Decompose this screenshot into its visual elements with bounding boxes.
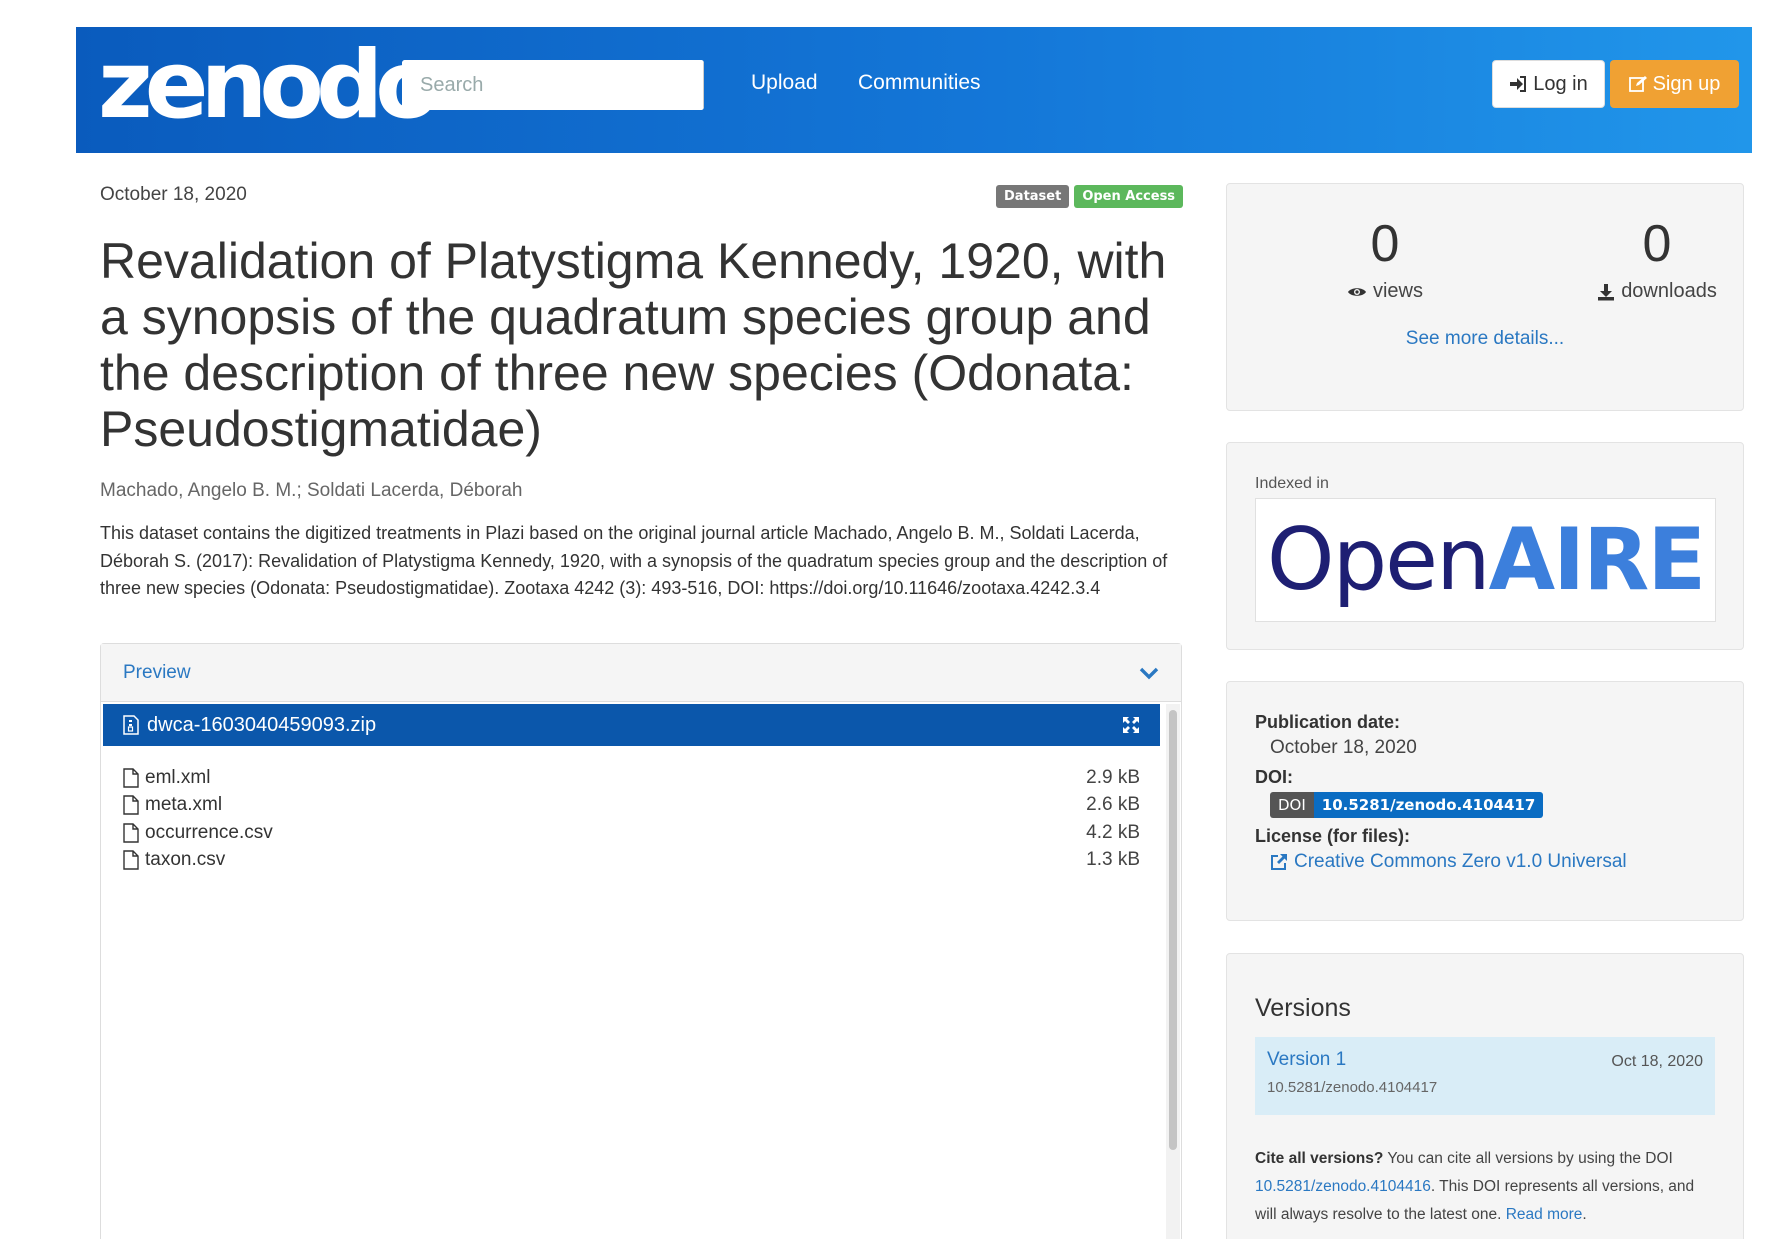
- doi-badge-value: 10.5281/zenodo.4104417: [1313, 792, 1544, 818]
- views-label: views: [1372, 280, 1423, 302]
- version-doi: 10.5281/zenodo.4104417: [1267, 1079, 1438, 1096]
- version-row[interactable]: Version 1 Oct 18, 2020 10.5281/zenodo.41…: [1255, 1037, 1715, 1115]
- file-row: eml.xml 2.9 kB: [123, 764, 1140, 792]
- file-icon: [123, 850, 139, 870]
- views-stat: 0 views: [1285, 214, 1485, 303]
- preview-panel: Preview dwca-1603040459093.zip eml.xml 2…: [100, 643, 1182, 1239]
- license-name: Creative Commons Zero v1.0 Universal: [1294, 851, 1627, 872]
- archive-bar: dwca-1603040459093.zip: [103, 704, 1160, 746]
- file-archive-icon: [123, 715, 139, 735]
- doi-badge[interactable]: DOI 10.5281/zenodo.4104417: [1270, 792, 1544, 818]
- preview-title: Preview: [123, 661, 191, 683]
- file-name: meta.xml: [145, 794, 223, 816]
- indexed-in-label: Indexed in: [1255, 475, 1329, 492]
- concept-doi-link[interactable]: 10.5281/zenodo.4104416: [1255, 1178, 1431, 1195]
- top-navbar: zenodo Upload Communities Log in Sign up: [76, 27, 1752, 153]
- file-row: meta.xml 2.6 kB: [123, 792, 1140, 820]
- license-link[interactable]: Creative Commons Zero v1.0 Universal: [1270, 851, 1627, 873]
- preview-header[interactable]: Preview: [101, 644, 1181, 702]
- file-row: occurrence.csv 4.2 kB: [123, 819, 1140, 847]
- versions-heading: Versions: [1255, 994, 1351, 1022]
- file-icon: [123, 823, 139, 843]
- sign-in-icon: [1510, 76, 1527, 92]
- read-more-link[interactable]: Read more: [1506, 1206, 1583, 1223]
- cite-text-end: .: [1582, 1206, 1587, 1223]
- zenodo-logo[interactable]: zenodo: [98, 31, 440, 141]
- preview-scrollbar[interactable]: [1166, 704, 1180, 1239]
- edit-icon: [1628, 76, 1647, 92]
- publication-date-label: Publication date:: [1255, 712, 1401, 732]
- views-count: 0: [1370, 215, 1400, 273]
- file-row: taxon.csv 1.3 kB: [123, 847, 1140, 875]
- file-icon: [123, 768, 139, 788]
- downloads-label: downloads: [1621, 280, 1717, 302]
- doi-badge-prefix: DOI: [1270, 792, 1314, 818]
- downloads-stat: 0 downloads: [1557, 214, 1757, 303]
- file-icon: [123, 795, 139, 815]
- versions-card: Versions Version 1 Oct 18, 2020 10.5281/…: [1226, 953, 1744, 1239]
- file-size: 2.9 kB: [1086, 766, 1140, 788]
- record-authors[interactable]: Machado, Angelo B. M.; Soldati Lacerda, …: [100, 480, 522, 502]
- downloads-count: 0: [1642, 215, 1672, 273]
- signup-label: Sign up: [1652, 72, 1721, 95]
- search-button[interactable]: [703, 60, 704, 110]
- download-icon: [1598, 283, 1615, 300]
- eye-icon: [1347, 287, 1366, 296]
- scrollbar-thumb[interactable]: [1169, 710, 1177, 1150]
- file-name: occurrence.csv: [145, 821, 273, 843]
- access-badge[interactable]: Open Access: [1074, 185, 1184, 208]
- see-more-details-link[interactable]: See more details...: [1227, 328, 1743, 350]
- fullscreen-icon[interactable]: [1122, 716, 1140, 734]
- publication-date-value: October 18, 2020: [1270, 737, 1417, 758]
- openaire-logo[interactable]: Open AIRE: [1255, 498, 1716, 622]
- record-badges: Dataset Open Access: [996, 185, 1184, 208]
- resource-type-badge[interactable]: Dataset: [996, 185, 1070, 208]
- cite-all-versions-question: Cite all versions?: [1255, 1150, 1384, 1167]
- chevron-down-icon[interactable]: [1139, 666, 1159, 680]
- openaire-logo-part1: Open: [1266, 510, 1491, 610]
- version-date: Oct 18, 2020: [1611, 1053, 1703, 1070]
- cite-text-1: You can cite all versions by using the D…: [1383, 1150, 1673, 1167]
- file-size: 1.3 kB: [1086, 849, 1140, 871]
- cite-all-versions-note: Cite all versions? You can cite all vers…: [1255, 1145, 1715, 1229]
- file-name: taxon.csv: [145, 849, 226, 871]
- archive-name: dwca-1603040459093.zip: [147, 713, 377, 736]
- file-size: 2.6 kB: [1086, 794, 1140, 816]
- search-box: [402, 60, 704, 110]
- record-title: Revalidation of Platystigma Kennedy, 192…: [100, 233, 1167, 457]
- metadata-card: Publication date: October 18, 2020 DOI: …: [1226, 681, 1744, 921]
- record-date: October 18, 2020: [100, 184, 247, 205]
- license-label: License (for files):: [1255, 826, 1411, 846]
- login-label: Log in: [1533, 72, 1588, 95]
- signup-button[interactable]: Sign up: [1610, 60, 1739, 108]
- nav-communities-link[interactable]: Communities: [858, 71, 981, 95]
- file-size: 4.2 kB: [1086, 821, 1140, 843]
- external-link-icon: [1271, 854, 1287, 870]
- nav-upload-link[interactable]: Upload: [751, 71, 818, 95]
- file-name: eml.xml: [145, 766, 211, 788]
- record-description: This dataset contains the digitized trea…: [100, 523, 1168, 598]
- stats-card: 0 views 0 downloads See more details...: [1226, 183, 1744, 411]
- openaire-logo-part2: AIRE: [1488, 510, 1707, 610]
- search-input[interactable]: [402, 60, 703, 110]
- login-button[interactable]: Log in: [1492, 60, 1605, 108]
- doi-label: DOI:: [1255, 767, 1293, 787]
- file-list: eml.xml 2.9 kB meta.xml 2.6 kB occurrenc…: [123, 764, 1140, 874]
- indexed-in-card: Indexed in Open AIRE: [1226, 442, 1744, 650]
